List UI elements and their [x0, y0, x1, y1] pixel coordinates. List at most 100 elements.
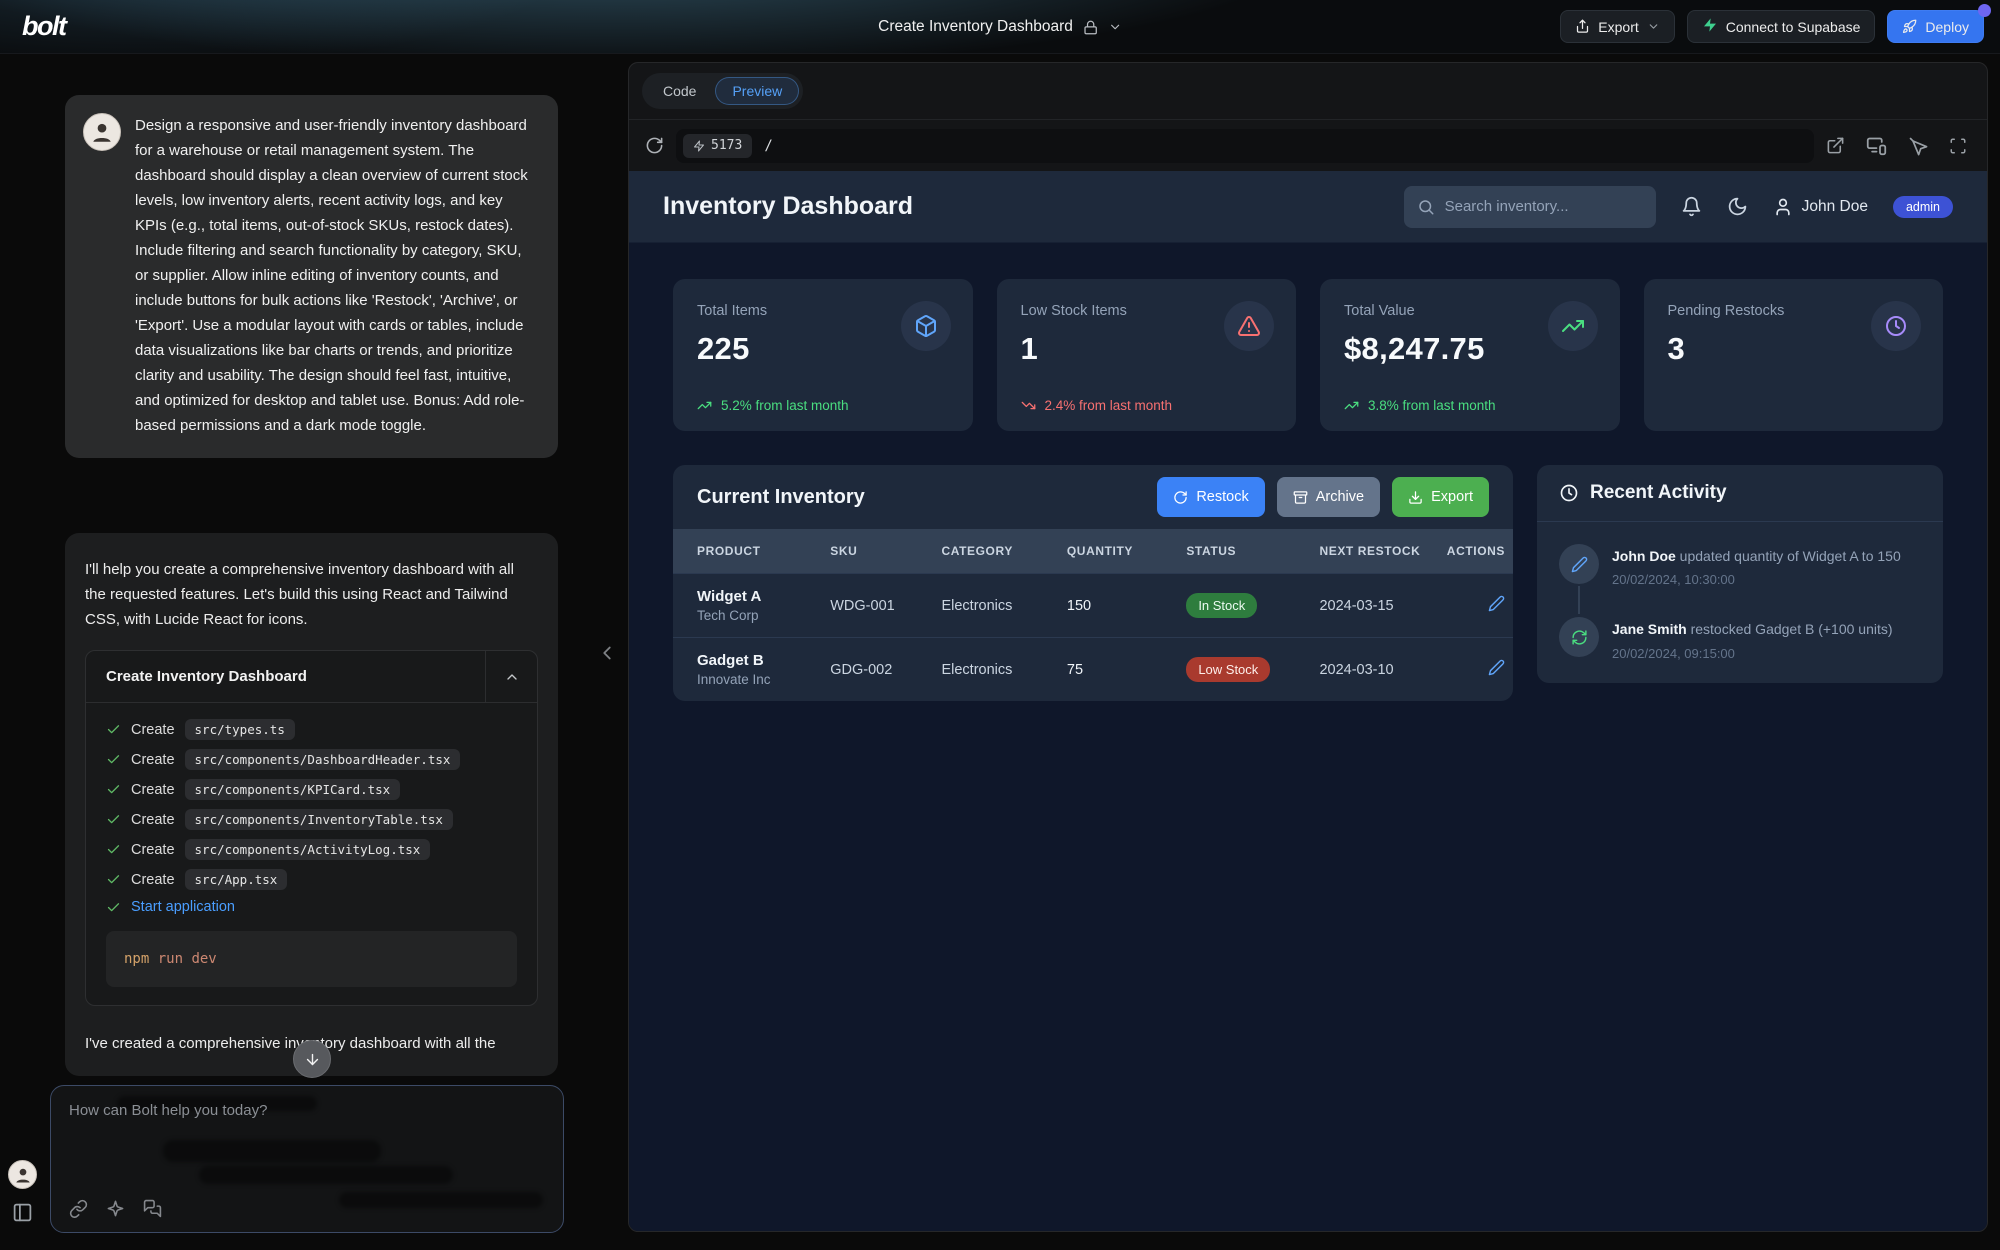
connect-supabase-button[interactable]: Connect to Supabase — [1687, 10, 1876, 43]
preview-address-bar[interactable]: 5173 / — [676, 129, 1814, 163]
category-cell: Electronics — [941, 574, 1066, 638]
sparkles-icon[interactable] — [106, 1199, 125, 1218]
user-chip[interactable]: John Doe — [1773, 197, 1868, 217]
archive-button[interactable]: Archive — [1277, 477, 1380, 517]
account-avatar-photo — [8, 1160, 37, 1189]
chevron-left-collapse-icon[interactable] — [596, 642, 618, 664]
restock-button[interactable]: Restock — [1157, 477, 1264, 517]
edit-pencil-icon[interactable] — [1488, 595, 1505, 612]
check-icon — [106, 812, 121, 827]
chevron-down-icon[interactable] — [1108, 20, 1122, 34]
kpi-card-total-items: Total Items 225 5.2% from last month — [673, 279, 973, 431]
artifact-title: Create Inventory Dashboard — [86, 668, 307, 685]
terminal-command: npm run dev — [106, 931, 517, 987]
file-name[interactable]: src/components/ActivityLog.tsx — [185, 839, 431, 860]
fullscreen-icon[interactable] — [1949, 137, 1967, 155]
link-attach-icon[interactable] — [69, 1199, 88, 1218]
refresh-icon — [1173, 490, 1188, 505]
assistant-message: I'll help you create a comprehensive inv… — [65, 533, 558, 1076]
account-avatar[interactable] — [8, 1160, 37, 1189]
preview-url-row: 5173 / — [629, 119, 1987, 171]
file-name[interactable]: src/components/DashboardHeader.tsx — [185, 749, 461, 770]
workspace: Design a responsive and user-friendly in… — [0, 54, 2000, 1250]
project-title: Create Inventory Dashboard — [878, 18, 1073, 36]
deploy-button[interactable]: Deploy — [1887, 10, 1984, 43]
file-name[interactable]: src/types.ts — [185, 719, 295, 740]
tab-preview[interactable]: Preview — [715, 77, 799, 105]
clock-icon — [1559, 483, 1579, 503]
category-cell: Electronics — [941, 638, 1066, 702]
plug-zap-icon — [693, 140, 705, 152]
table-row[interactable]: Gadget B Innovate Inc GDG-002 Electronic… — [673, 638, 1513, 702]
user-message: Design a responsive and user-friendly in… — [65, 95, 558, 458]
search-icon — [1417, 198, 1435, 216]
activity-item: John Doe updated quantity of Widget A to… — [1559, 544, 1921, 587]
url-path: / — [764, 138, 772, 154]
quantity-cell[interactable]: 75 — [1067, 638, 1186, 702]
chat-mode-icon[interactable] — [143, 1199, 162, 1218]
activity-timestamp: 20/02/2024, 10:30:00 — [1612, 572, 1901, 587]
artifact-step[interactable]: Create src/types.ts — [106, 719, 517, 740]
check-icon — [106, 722, 121, 737]
rocket-icon — [1902, 19, 1917, 34]
user-avatar — [83, 113, 121, 151]
bell-icon[interactable] — [1681, 196, 1702, 217]
artifact-step[interactable]: Create src/components/InventoryTable.tsx — [106, 809, 517, 830]
blurred-text — [199, 1166, 453, 1184]
start-application-step[interactable]: Start application — [106, 899, 517, 915]
alert-triangle-icon — [1224, 301, 1274, 351]
editor-tabs-row: Code Preview — [629, 63, 1987, 119]
app-preview-viewport: Inventory Dashboard John Doe admin — [629, 171, 1987, 1231]
top-bar: bolt Create Inventory Dashboard Export C… — [0, 0, 2000, 54]
bolt-logo[interactable]: bolt — [16, 11, 65, 42]
responsive-devices-icon[interactable] — [1866, 135, 1887, 156]
quantity-cell[interactable]: 150 — [1067, 574, 1186, 638]
dashboard-header-actions: John Doe admin — [1404, 186, 1953, 228]
chat-prompt-input[interactable] — [69, 1102, 545, 1162]
export-csv-button[interactable]: Export — [1392, 477, 1489, 517]
scroll-to-bottom-button[interactable] — [293, 1040, 331, 1078]
check-icon — [106, 842, 121, 857]
preview-shell: Code Preview 5173 / — [628, 62, 1988, 1232]
export-button[interactable]: Export — [1560, 10, 1674, 43]
port-pill[interactable]: 5173 — [683, 134, 752, 158]
inspect-cursor-off-icon[interactable] — [1908, 136, 1928, 156]
project-title-group[interactable]: Create Inventory Dashboard — [878, 0, 1122, 54]
file-name[interactable]: src/components/InventoryTable.tsx — [185, 809, 453, 830]
dark-mode-moon-icon[interactable] — [1727, 196, 1748, 217]
package-icon — [901, 301, 951, 351]
status-badge: In Stock — [1186, 593, 1257, 618]
file-name[interactable]: src/App.tsx — [185, 869, 288, 890]
inventory-title: Current Inventory — [697, 486, 865, 509]
inventory-search[interactable] — [1404, 186, 1656, 228]
activity-list: John Doe updated quantity of Widget A to… — [1537, 522, 1943, 683]
start-application-link[interactable]: Start application — [131, 899, 235, 915]
col-quantity[interactable]: QUANTITY — [1067, 529, 1186, 574]
check-icon — [106, 782, 121, 797]
activity-timestamp: 20/02/2024, 09:15:00 — [1612, 646, 1893, 661]
app-root: bolt Create Inventory Dashboard Export C… — [0, 0, 2000, 1250]
col-next-restock[interactable]: NEXT RESTOCK — [1319, 529, 1446, 574]
artifact-step[interactable]: Create src/App.tsx — [106, 869, 517, 890]
file-name[interactable]: src/components/KPICard.tsx — [185, 779, 401, 800]
chevron-up-icon[interactable] — [485, 651, 537, 703]
col-category[interactable]: CATEGORY — [941, 529, 1066, 574]
activity-title: Recent Activity — [1590, 482, 1727, 504]
kpi-card-total-value: Total Value $8,247.75 3.8% from last mon… — [1320, 279, 1620, 431]
table-row[interactable]: Widget A Tech Corp WDG-001 Electronics 1… — [673, 574, 1513, 638]
tab-code[interactable]: Code — [646, 77, 713, 105]
search-input[interactable] — [1445, 198, 1644, 215]
col-product[interactable]: PRODUCT — [673, 529, 830, 574]
user-message-text: Design a responsive and user-friendly in… — [135, 113, 538, 438]
panel-left-toggle-icon[interactable] — [12, 1202, 33, 1223]
artifact-step[interactable]: Create src/components/DashboardHeader.ts… — [106, 749, 517, 770]
trending-up-icon — [1548, 301, 1598, 351]
col-sku[interactable]: SKU — [830, 529, 941, 574]
artifact-step[interactable]: Create src/components/KPICard.tsx — [106, 779, 517, 800]
artifact-step[interactable]: Create src/components/ActivityLog.tsx — [106, 839, 517, 860]
open-external-icon[interactable] — [1826, 136, 1845, 155]
edit-pencil-icon[interactable] — [1488, 659, 1505, 676]
reload-icon[interactable] — [645, 136, 664, 155]
col-status[interactable]: STATUS — [1186, 529, 1319, 574]
check-icon — [106, 752, 121, 767]
